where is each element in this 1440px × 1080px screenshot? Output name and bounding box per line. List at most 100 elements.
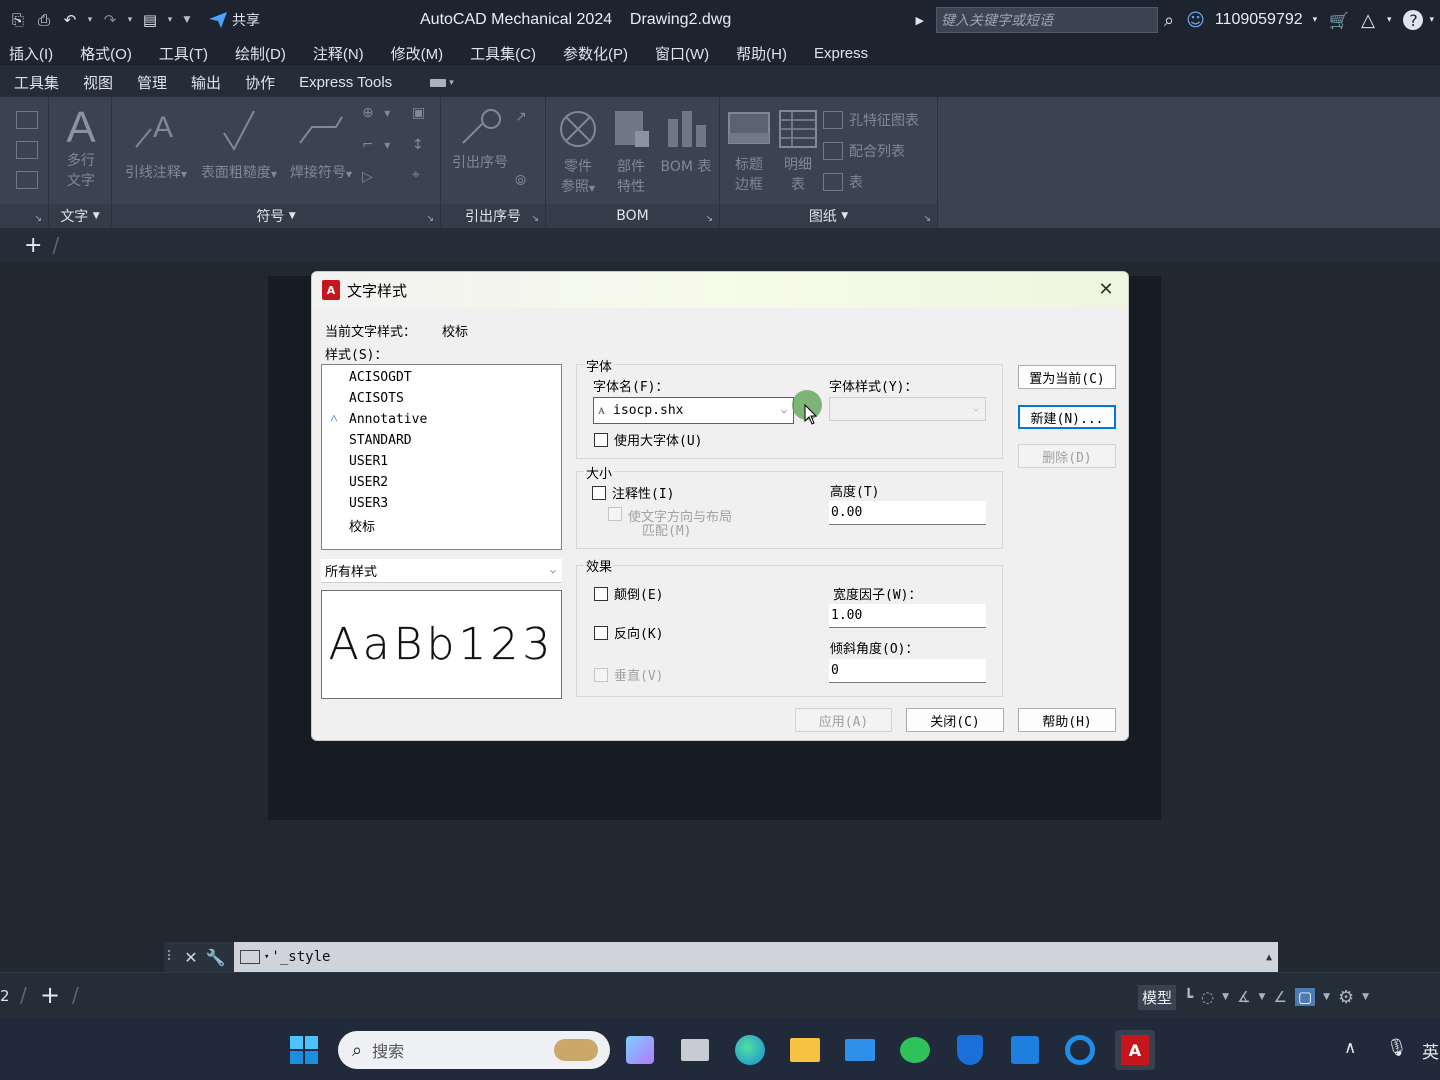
undo-icon[interactable]: ↶ [58,8,82,32]
user-dropdown-icon[interactable]: ▾ [1307,15,1324,25]
start-button[interactable] [284,1030,324,1070]
parts-list-button[interactable]: 明细 表 [774,109,822,195]
center-mark-icon[interactable]: ⌖ [412,167,420,183]
upside-down-checkbox[interactable]: 颠倒(E) [594,584,663,603]
edge-browser-icon[interactable] [730,1030,770,1070]
bom-panel-footer[interactable]: BOM ↘ [546,204,719,228]
menu-annotate[interactable]: 注释(N) [313,43,364,64]
bom-table-button[interactable]: BOM 表 [654,107,718,177]
datum-identifier-icon[interactable]: ▣ [412,105,425,121]
balloon-panel-launcher-icon[interactable]: ↘ [531,214,539,224]
style-filter-select[interactable]: 所有样式 ⌵ [321,559,562,583]
dimension-edit-icon[interactable] [16,141,38,159]
close-command-icon[interactable]: ✕ [184,948,197,967]
store-app-icon[interactable] [1005,1030,1045,1070]
edge-symbol-icon[interactable]: ↕ [412,137,424,153]
dimension-chain-icon[interactable] [16,171,38,189]
datum-target-icon[interactable]: ⊕ ▼ [362,105,390,121]
autodesk-a-icon[interactable]: △ [1355,10,1381,31]
gear-icon[interactable]: ⚙ [1338,987,1354,1008]
text-panel-footer[interactable]: 文字 ▼ [49,204,111,228]
menu-express[interactable]: Express [814,45,868,62]
grip-handle-icon[interactable]: ⠇ [166,949,176,965]
microphone-icon[interactable]: 🎙 [1386,1038,1408,1058]
dialog-title-bar[interactable]: A 文字样式 [312,272,1128,308]
hole-chart-button[interactable]: 孔特征图表 [823,110,919,130]
polar-icon[interactable]: ∠ [1273,988,1286,1006]
command-prompt-icon[interactable] [240,950,260,964]
feature-control-icon[interactable]: ⌐ ▼ [362,137,390,153]
menu-tools[interactable]: 工具(T) [159,43,208,64]
list-item[interactable]: USER3 [349,496,388,511]
menu-draw[interactable]: 绘制(D) [235,43,286,64]
list-item[interactable]: STANDARD [349,433,412,448]
ie-browser-icon[interactable] [1060,1030,1100,1070]
menu-insert[interactable]: 插入(I) [9,43,53,64]
help-dropdown-icon[interactable]: ▾ [1423,15,1440,25]
user-icon[interactable]: ☺ [1180,10,1211,31]
snap-icon[interactable]: ◌ [1201,988,1214,1006]
weld-symbol-button[interactable]: 焊接符号▼ [284,107,358,185]
redo-dropdown-icon[interactable]: ▾ [124,15,136,25]
help-search-input[interactable]: 键入关键字或短语 [935,7,1158,33]
customize-qat-icon[interactable]: ▼ [178,15,196,25]
redo-icon[interactable]: ↷ [98,8,122,32]
dimension-icon[interactable] [16,111,38,129]
delete-style-button[interactable]: 删除(D) [1018,444,1116,468]
list-item[interactable]: Annotative [349,412,427,427]
apply-button[interactable]: 应用(A) [795,708,892,732]
object-snap-dropdown-icon[interactable]: ▼ [1323,992,1330,1002]
cart-icon[interactable]: 🛒 [1323,11,1355,30]
ime-indicator[interactable]: 英 [1422,1038,1439,1063]
backwards-checkbox[interactable]: 反向(K) [594,623,663,642]
list-item[interactable]: USER1 [349,454,388,469]
menu-help[interactable]: 帮助(H) [736,43,787,64]
premiere-app-icon[interactable] [620,1030,660,1070]
set-current-button[interactable]: 置为当前(C) [1018,365,1116,389]
grid-icon[interactable]: ┗ [1184,988,1193,1006]
annotative-checkbox[interactable]: 注释性(I) [592,483,674,502]
taskbar-search-box[interactable]: ⌕ 搜索 [338,1031,610,1069]
drawing-panel-launcher-icon[interactable]: ↘ [923,214,931,224]
font-name-select[interactable]: ᴀ isocp.shx ⌵ [593,397,794,424]
new-style-button[interactable]: 新建(N)... [1018,405,1116,429]
mtext-button[interactable]: A 多行 文字 [59,105,103,191]
user-id[interactable]: 1109059792 [1211,11,1307,29]
undo-dropdown-icon[interactable]: ▾ [84,15,96,25]
workspace-dropdown-icon[interactable]: ▾ [164,15,176,25]
bom-panel-launcher-icon[interactable]: ↘ [705,214,713,224]
file-explorer-icon[interactable] [785,1030,825,1070]
snap-dropdown-icon[interactable]: ▼ [1222,992,1229,1002]
tab-collaborate[interactable]: 协作 [245,72,275,93]
list-item[interactable]: ACISOGDT [349,370,412,385]
ribbon-minimize-toggle[interactable]: ▾ [430,76,462,90]
help-icon[interactable]: ? [1403,10,1424,30]
menu-toolsets[interactable]: 工具集(C) [470,43,536,64]
panel-launcher-icon[interactable]: ↘ [34,214,42,224]
close-icon[interactable]: ✕ [1096,280,1116,300]
list-item[interactable]: 校标 [349,516,375,535]
tab-view[interactable]: 视图 [83,72,113,93]
help-button[interactable]: 帮助(H) [1018,708,1116,732]
ortho-icon[interactable]: ∡ [1237,988,1250,1006]
chevron-up-icon[interactable]: ∧ [1344,1038,1356,1058]
balloon-collect-icon[interactable]: ⦾ [515,173,526,189]
ortho-dropdown-icon[interactable]: ▼ [1259,992,1266,1002]
layout-tab-number[interactable]: 2 [0,987,10,1005]
part-properties-button[interactable]: 部件 特性 [606,107,656,197]
tab-toolsets[interactable]: 工具集 [14,72,59,93]
surface-texture-button[interactable]: 表面粗糙度▼ [194,107,284,185]
symbol-panel-launcher-icon[interactable]: ↘ [426,214,434,224]
width-factor-input[interactable]: 1.00 [829,604,986,628]
list-item[interactable]: USER2 [349,475,388,490]
print-icon[interactable]: ⎙ [32,8,56,32]
fits-list-button[interactable]: 配合列表 [823,141,905,161]
autocad-mechanical-taskbar-icon[interactable]: A [1115,1030,1155,1070]
title-block-button[interactable]: 标题 边框 [724,109,774,195]
command-history-dropdown-icon[interactable]: ▾ [264,952,269,962]
table-button[interactable]: 表 [823,172,863,192]
list-item[interactable]: ACISOTS [349,391,404,406]
leader-note-button[interactable]: A 引线注释▼ [116,107,196,185]
chevron-right-icon[interactable]: ▶ [910,14,930,27]
height-input[interactable]: 0.00 [829,501,986,525]
